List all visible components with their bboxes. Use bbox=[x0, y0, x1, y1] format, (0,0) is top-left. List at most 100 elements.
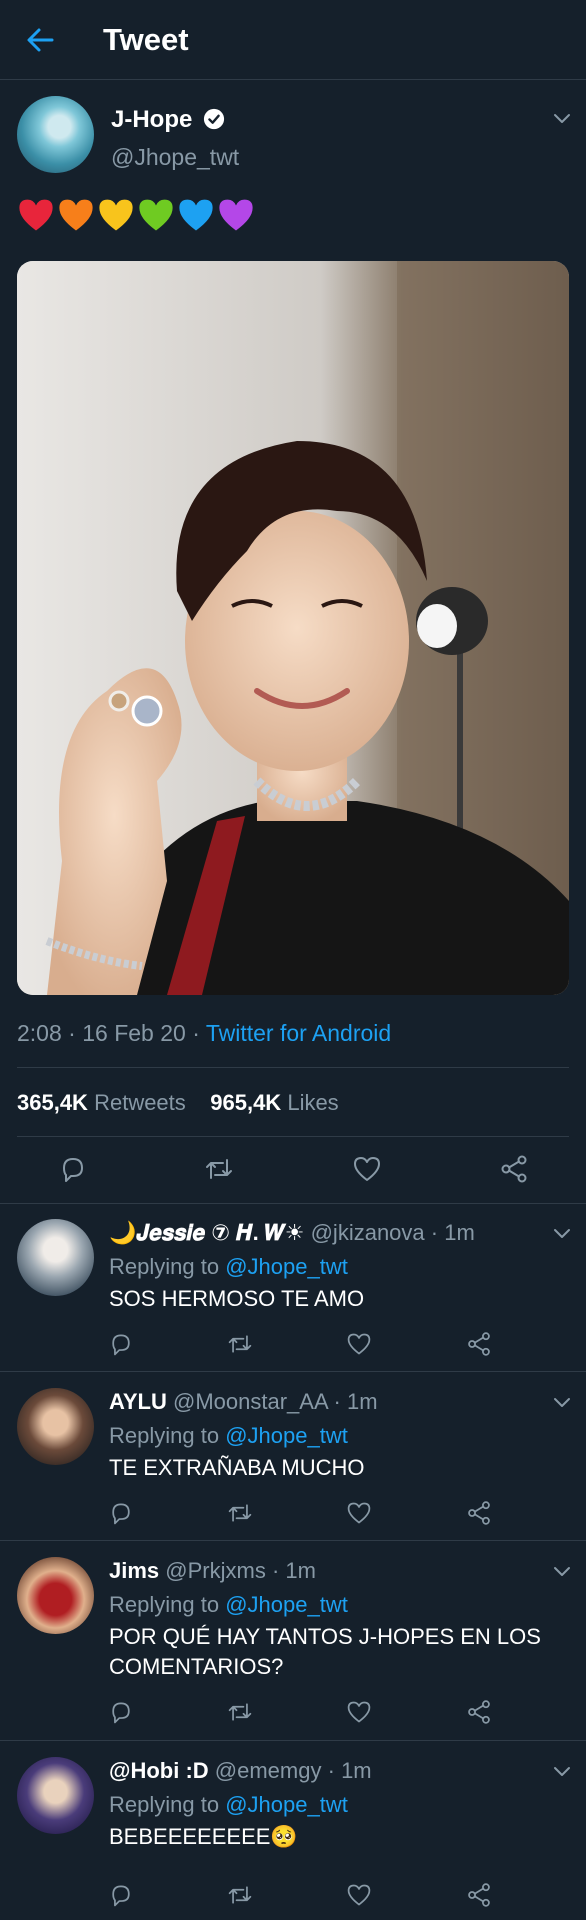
tweet-time: 2:08 bbox=[17, 1020, 62, 1046]
retweet-icon[interactable] bbox=[227, 1882, 253, 1908]
retweet-icon[interactable] bbox=[204, 1154, 234, 1184]
retweets-count: 365,4K bbox=[17, 1090, 88, 1115]
reply-header: Jims @Prkjxms · 1m bbox=[109, 1558, 316, 1584]
reply-name[interactable]: AYLU bbox=[109, 1389, 167, 1414]
reply-header: AYLU @Moonstar_AA · 1m bbox=[109, 1389, 378, 1415]
reply-icon[interactable] bbox=[108, 1882, 134, 1908]
reply-separator: · bbox=[333, 1389, 341, 1414]
replying-to: Replying to @Jhope_twt bbox=[109, 1423, 348, 1449]
share-icon[interactable] bbox=[466, 1882, 492, 1908]
heart-emoji-icon bbox=[19, 199, 53, 231]
reply-mention[interactable]: @Jhope_twt bbox=[225, 1423, 348, 1448]
reply-icon[interactable] bbox=[108, 1331, 134, 1357]
like-icon[interactable] bbox=[352, 1154, 382, 1184]
author-name-row[interactable]: J-Hope bbox=[111, 106, 225, 134]
verified-badge-icon bbox=[203, 108, 225, 130]
replying-to: Replying to @Jhope_twt bbox=[109, 1592, 348, 1618]
likes-label: Likes bbox=[287, 1090, 339, 1115]
heart-emoji-icon bbox=[59, 199, 93, 231]
reply-icon[interactable] bbox=[58, 1154, 88, 1184]
reply-handle[interactable]: @Prkjxms bbox=[165, 1558, 266, 1583]
tweet-photo[interactable] bbox=[17, 261, 569, 995]
tweet-meta: 2:08 · 16 Feb 20 · Twitter for Android bbox=[17, 1020, 391, 1047]
heart-emoji-icon bbox=[219, 199, 253, 231]
reply-name[interactable]: @Hobi :D bbox=[109, 1758, 209, 1783]
back-arrow-icon[interactable] bbox=[22, 22, 58, 58]
heart-emoji-icon bbox=[99, 199, 133, 231]
heart-emoji-icon bbox=[139, 199, 173, 231]
like-icon[interactable] bbox=[346, 1500, 372, 1526]
author-name: J-Hope bbox=[111, 106, 193, 133]
divider bbox=[17, 1067, 569, 1068]
retweet-icon[interactable] bbox=[227, 1331, 253, 1357]
reply-item[interactable]: 🌙𝑱𝒆𝒔𝒔𝒊𝒆 ⑦ 𝑯. 𝑾☀ @jkizanova · 1m Replying… bbox=[0, 1204, 586, 1372]
chevron-down-icon[interactable] bbox=[551, 1560, 573, 1582]
meta-separator: · bbox=[192, 1020, 206, 1046]
reply-avatar[interactable] bbox=[17, 1757, 94, 1834]
top-bar: Tweet bbox=[0, 0, 586, 80]
heart-emoji-icon bbox=[179, 199, 213, 231]
reply-separator: · bbox=[430, 1220, 439, 1245]
chevron-down-icon[interactable] bbox=[551, 107, 573, 129]
chevron-down-icon[interactable] bbox=[551, 1760, 573, 1782]
reply-text: BEBEEEEEEEE🥺 bbox=[109, 1824, 298, 1849]
share-icon[interactable] bbox=[466, 1699, 492, 1725]
reply-avatar[interactable] bbox=[17, 1557, 94, 1634]
reply-text: POR QUÉ HAY TANTOS J-HOPES EN LOS COMENT… bbox=[109, 1624, 541, 1679]
retweet-icon[interactable] bbox=[227, 1500, 253, 1526]
like-icon[interactable] bbox=[346, 1331, 372, 1357]
share-icon[interactable] bbox=[499, 1154, 529, 1184]
photo-illustration bbox=[17, 261, 569, 995]
replying-to: Replying to @Jhope_twt bbox=[109, 1254, 348, 1280]
likes-stat[interactable]: 965,4K Likes bbox=[210, 1090, 338, 1115]
reply-avatar[interactable] bbox=[17, 1219, 94, 1296]
reply-name[interactable]: Jims bbox=[109, 1558, 159, 1583]
tweet-action-bar bbox=[0, 1154, 586, 1194]
tweet-text-hearts bbox=[17, 196, 255, 236]
reply-time: 1m bbox=[341, 1758, 372, 1783]
reply-avatar[interactable] bbox=[17, 1388, 94, 1465]
like-icon[interactable] bbox=[346, 1882, 372, 1908]
reply-time: 1m bbox=[285, 1558, 316, 1583]
replying-to-label: Replying to bbox=[109, 1423, 220, 1448]
reply-item[interactable]: AYLU @Moonstar_AA · 1m Replying to @Jhop… bbox=[0, 1373, 586, 1541]
reply-handle[interactable]: @jkizanova bbox=[311, 1220, 425, 1245]
tweet-source-link[interactable]: Twitter for Android bbox=[206, 1020, 391, 1046]
reply-time: 1m bbox=[347, 1389, 378, 1414]
share-icon[interactable] bbox=[466, 1331, 492, 1357]
likes-count: 965,4K bbox=[210, 1090, 282, 1115]
reply-icon[interactable] bbox=[108, 1699, 134, 1725]
chevron-down-icon[interactable] bbox=[551, 1222, 573, 1244]
author-avatar[interactable] bbox=[17, 96, 94, 173]
reply-header: 🌙𝑱𝒆𝒔𝒔𝒊𝒆 ⑦ 𝑯. 𝑾☀ @jkizanova · 1m bbox=[109, 1220, 475, 1246]
share-icon[interactable] bbox=[466, 1500, 492, 1526]
reply-mention[interactable]: @Jhope_twt bbox=[225, 1592, 348, 1617]
retweets-label: Retweets bbox=[94, 1090, 186, 1115]
page-title: Tweet bbox=[103, 22, 189, 57]
reply-text: SOS HERMOSO TE AMO bbox=[109, 1286, 365, 1311]
retweets-stat[interactable]: 365,4K Retweets bbox=[17, 1090, 186, 1115]
reply-handle[interactable]: @ememgy bbox=[215, 1758, 322, 1783]
divider bbox=[17, 1136, 569, 1137]
chevron-down-icon[interactable] bbox=[551, 1391, 573, 1413]
author-handle[interactable]: @Jhope_twt bbox=[111, 144, 239, 171]
reply-mention[interactable]: @Jhope_twt bbox=[225, 1792, 348, 1817]
replying-to-label: Replying to bbox=[109, 1254, 220, 1279]
replying-to-label: Replying to bbox=[109, 1592, 220, 1617]
meta-separator: · bbox=[68, 1020, 83, 1046]
reply-separator: · bbox=[327, 1758, 335, 1783]
reply-item[interactable]: @Hobi :D @ememgy · 1m Replying to @Jhope… bbox=[0, 1742, 586, 1920]
retweet-icon[interactable] bbox=[227, 1699, 253, 1725]
reply-handle[interactable]: @Moonstar_AA bbox=[173, 1389, 327, 1414]
reply-name[interactable]: 🌙𝑱𝒆𝒔𝒔𝒊𝒆 ⑦ 𝑯. 𝑾☀ bbox=[109, 1220, 304, 1245]
replying-to: Replying to @Jhope_twt bbox=[109, 1792, 348, 1818]
replying-to-label: Replying to bbox=[109, 1792, 220, 1817]
reply-icon[interactable] bbox=[108, 1500, 134, 1526]
reply-header: @Hobi :D @ememgy · 1m bbox=[109, 1758, 372, 1784]
reply-time: 1m bbox=[444, 1220, 475, 1245]
reply-mention[interactable]: @Jhope_twt bbox=[225, 1254, 348, 1279]
reply-text: TE EXTRAÑABA MUCHO bbox=[109, 1455, 365, 1480]
reply-separator: · bbox=[271, 1558, 280, 1583]
reply-item[interactable]: Jims @Prkjxms · 1m Replying to @Jhope_tw… bbox=[0, 1542, 586, 1741]
like-icon[interactable] bbox=[346, 1699, 372, 1725]
